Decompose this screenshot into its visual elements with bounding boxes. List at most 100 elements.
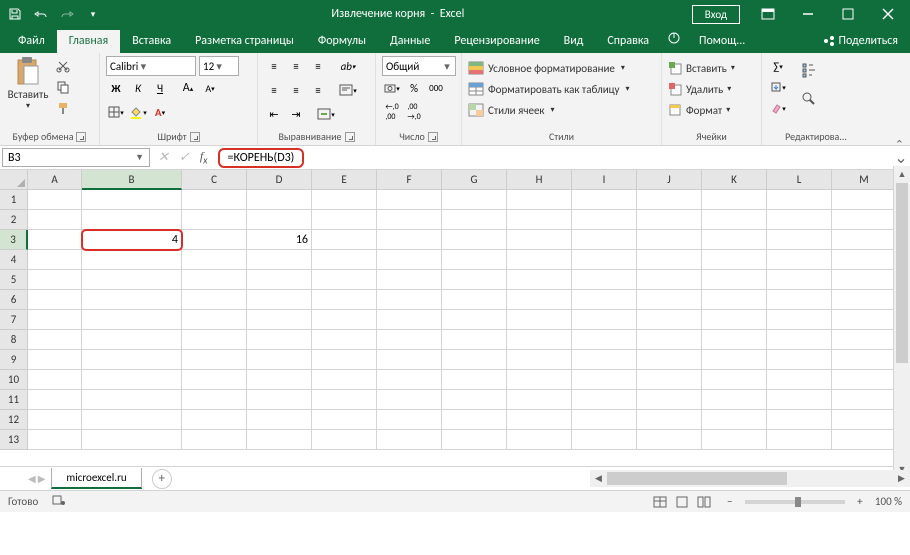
row-header[interactable]: 4 xyxy=(0,250,28,270)
login-button[interactable]: Вход xyxy=(692,5,740,24)
cell[interactable] xyxy=(702,330,767,350)
cell[interactable] xyxy=(312,250,377,270)
cell[interactable] xyxy=(82,370,182,390)
cell[interactable] xyxy=(702,270,767,290)
row-header[interactable]: 13 xyxy=(0,430,28,450)
cell[interactable] xyxy=(637,270,702,290)
row-header[interactable]: 7 xyxy=(0,310,28,330)
cell[interactable] xyxy=(82,410,182,430)
cell[interactable] xyxy=(442,390,507,410)
sheet-tab[interactable]: microexcel.ru xyxy=(51,468,141,489)
col-header[interactable]: H xyxy=(507,170,572,190)
cell[interactable] xyxy=(247,270,312,290)
cell[interactable] xyxy=(572,190,637,210)
paste-button[interactable]: Вставить▾ xyxy=(6,56,50,111)
cell[interactable] xyxy=(442,410,507,430)
cell[interactable] xyxy=(507,290,572,310)
shrink-font-icon[interactable]: A▾ xyxy=(200,78,220,98)
cell[interactable] xyxy=(182,210,247,230)
zoom-out-button[interactable]: − xyxy=(723,495,737,508)
cell[interactable] xyxy=(247,390,312,410)
cell[interactable] xyxy=(767,350,832,370)
cell[interactable] xyxy=(247,430,312,450)
cell[interactable] xyxy=(312,390,377,410)
cell[interactable] xyxy=(312,350,377,370)
delete-cells-button[interactable]: Удалить▾ xyxy=(668,79,735,99)
col-header[interactable]: F xyxy=(377,170,442,190)
cell[interactable] xyxy=(637,290,702,310)
cell[interactable] xyxy=(767,210,832,230)
cell[interactable] xyxy=(442,250,507,270)
cell[interactable] xyxy=(702,290,767,310)
minimize-icon[interactable] xyxy=(790,1,826,27)
format-cells-button[interactable]: Формат▾ xyxy=(668,100,734,120)
cell[interactable] xyxy=(182,430,247,450)
cell[interactable] xyxy=(182,310,247,330)
grow-font-icon[interactable]: A▴ xyxy=(178,78,198,98)
cell[interactable] xyxy=(637,250,702,270)
clear-icon[interactable]: ▾ xyxy=(768,98,788,118)
cell[interactable] xyxy=(182,370,247,390)
name-box[interactable]: B3▼ xyxy=(2,148,150,167)
format-as-table-button[interactable]: Форматировать как таблицу▾ xyxy=(468,79,634,99)
find-select-icon[interactable] xyxy=(795,85,823,113)
col-header[interactable]: B xyxy=(82,170,182,190)
cell[interactable] xyxy=(377,270,442,290)
cell[interactable] xyxy=(702,430,767,450)
cell[interactable] xyxy=(767,230,832,250)
col-header[interactable]: L xyxy=(767,170,832,190)
cell[interactable] xyxy=(442,270,507,290)
tab-data[interactable]: Данные xyxy=(378,30,442,53)
cell[interactable] xyxy=(637,410,702,430)
font-launcher[interactable] xyxy=(190,132,200,142)
normal-view-icon[interactable] xyxy=(649,493,671,511)
cell[interactable] xyxy=(28,370,82,390)
tab-assist[interactable]: Помощ... xyxy=(687,30,757,53)
col-header[interactable]: M xyxy=(832,170,897,190)
cell[interactable] xyxy=(572,270,637,290)
cell[interactable] xyxy=(507,430,572,450)
tab-insert[interactable]: Вставка xyxy=(120,30,183,53)
cell[interactable] xyxy=(832,290,897,310)
cell[interactable] xyxy=(442,430,507,450)
cell[interactable] xyxy=(182,390,247,410)
cell[interactable] xyxy=(312,230,377,250)
row-header[interactable]: 12 xyxy=(0,410,28,430)
cell[interactable] xyxy=(507,370,572,390)
cell[interactable] xyxy=(637,210,702,230)
cell[interactable] xyxy=(28,310,82,330)
cell[interactable] xyxy=(247,350,312,370)
cell[interactable] xyxy=(442,330,507,350)
cell[interactable] xyxy=(832,210,897,230)
align-launcher[interactable] xyxy=(345,132,355,142)
tell-me-icon[interactable] xyxy=(661,27,687,53)
zoom-in-button[interactable]: + xyxy=(853,495,867,508)
cell[interactable] xyxy=(702,250,767,270)
cell[interactable] xyxy=(312,190,377,210)
bold-button[interactable]: Ж xyxy=(106,78,126,98)
save-icon[interactable] xyxy=(4,3,26,25)
tab-layout[interactable]: Разметка страницы xyxy=(183,30,306,53)
cell[interactable] xyxy=(832,390,897,410)
cell[interactable] xyxy=(442,190,507,210)
number-launcher[interactable] xyxy=(428,132,438,142)
cell[interactable] xyxy=(767,290,832,310)
cell[interactable] xyxy=(442,210,507,230)
cell[interactable] xyxy=(572,370,637,390)
cell[interactable] xyxy=(637,430,702,450)
row-header[interactable]: 6 xyxy=(0,290,28,310)
cell-styles-button[interactable]: Стили ячеек▾ xyxy=(468,100,559,120)
cell[interactable] xyxy=(767,250,832,270)
fill-icon[interactable]: ▾ xyxy=(768,77,788,97)
cell[interactable] xyxy=(832,350,897,370)
cell[interactable] xyxy=(377,430,442,450)
cell[interactable] xyxy=(832,190,897,210)
cell[interactable] xyxy=(572,330,637,350)
cell[interactable] xyxy=(377,350,442,370)
align-middle-icon[interactable]: ≡ xyxy=(286,56,306,76)
cell[interactable] xyxy=(82,190,182,210)
cell[interactable] xyxy=(377,290,442,310)
cell[interactable] xyxy=(637,230,702,250)
cell[interactable] xyxy=(572,290,637,310)
qat-customize-icon[interactable]: ▾ xyxy=(82,3,104,25)
